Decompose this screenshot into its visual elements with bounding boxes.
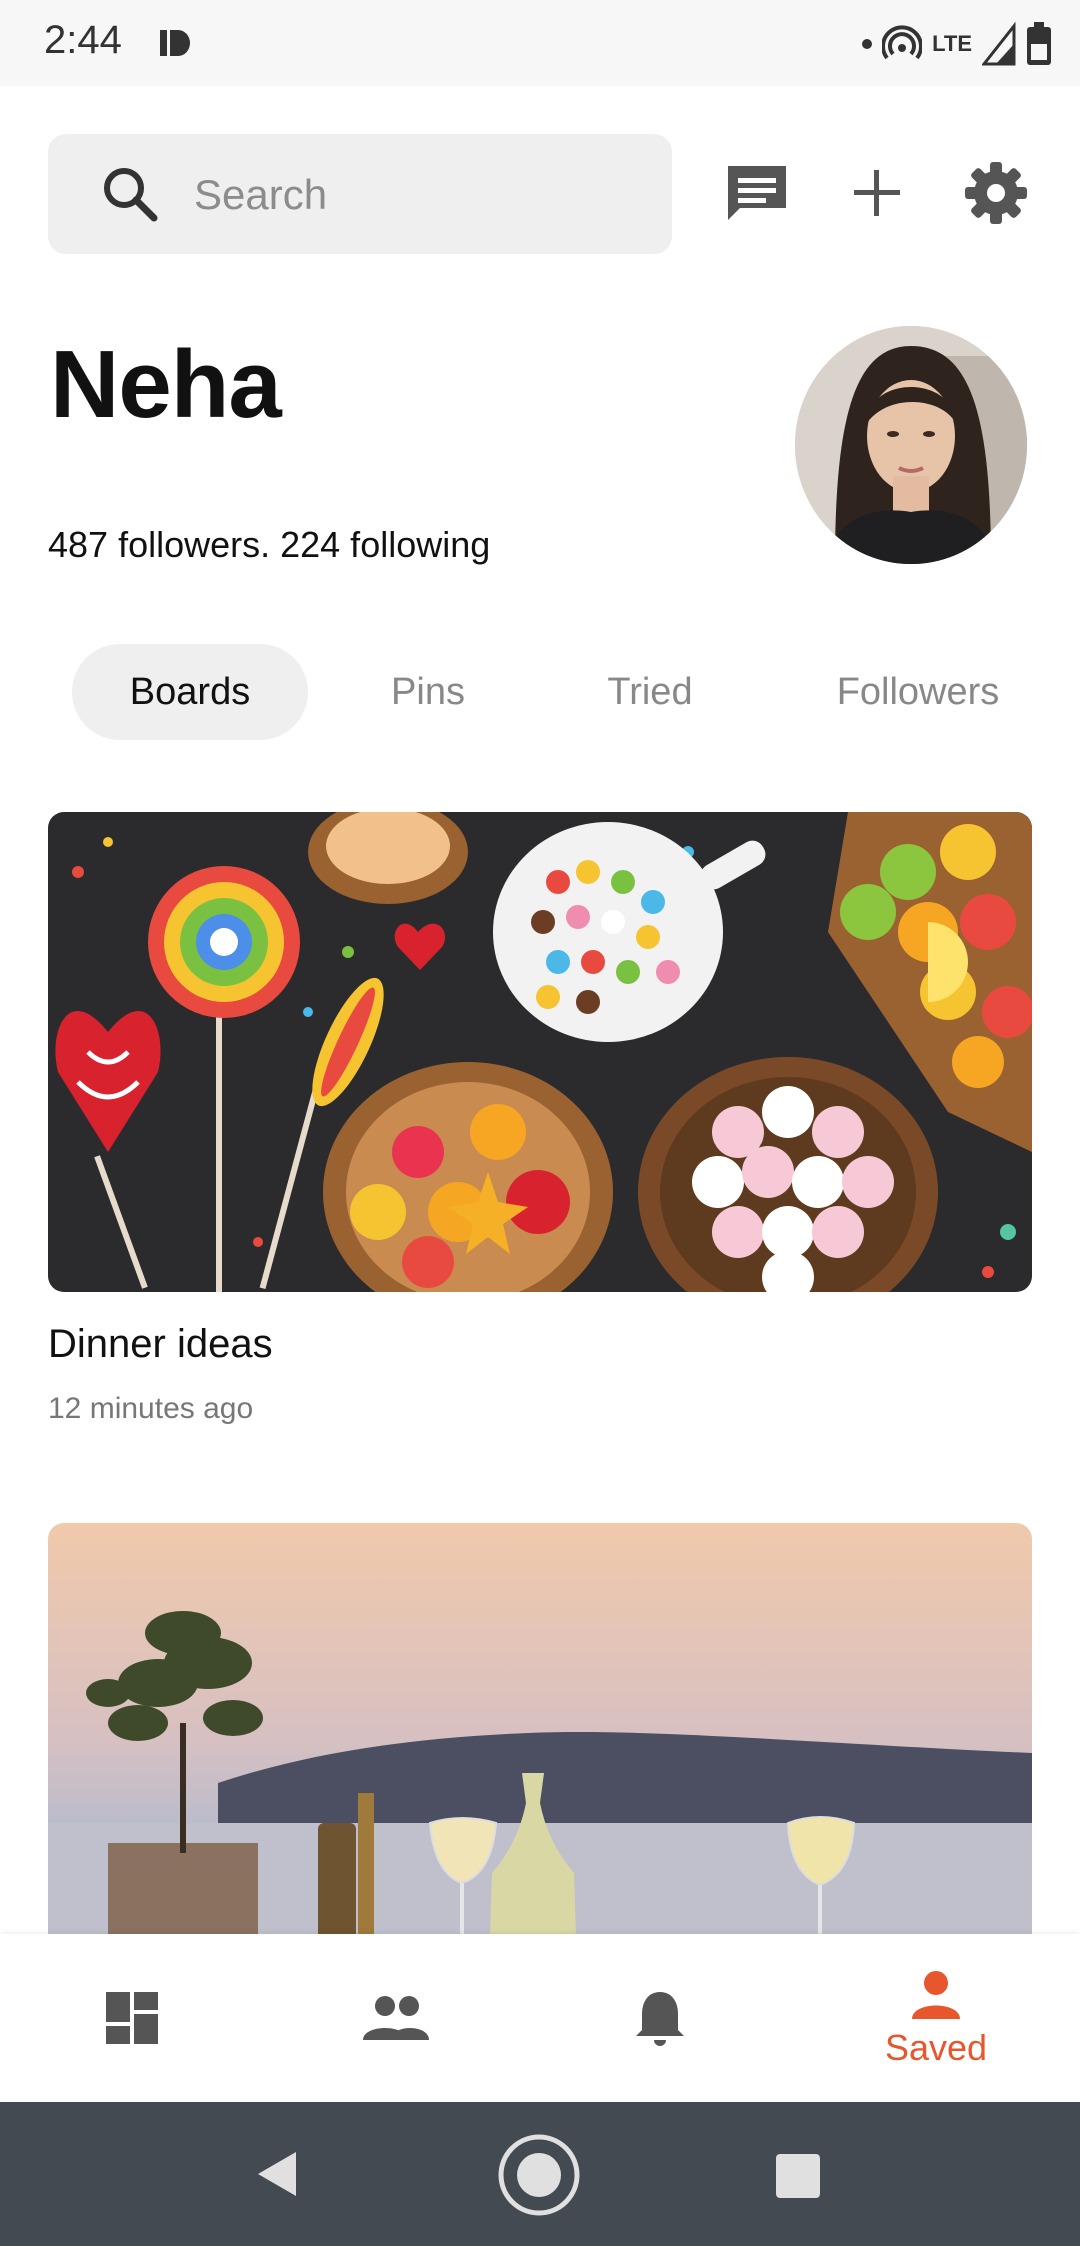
app-id-icon [160,30,190,56]
nav-notifications[interactable] [560,1934,760,2102]
avatar-photo [795,326,1027,564]
network-type: LTE [932,31,972,56]
profile-name: Neha [50,331,282,438]
search-icon [104,168,158,222]
recents-icon[interactable] [774,2152,822,2200]
tab-pins[interactable]: Pins [368,644,488,740]
system-navigation-bar [0,2102,1080,2246]
signal-icon [982,22,1016,66]
nav-saved-label: Saved [884,2027,988,2068]
nav-saved[interactable]: Saved [836,1934,1036,2102]
back-icon[interactable] [252,2148,300,2200]
avatar[interactable] [795,326,1027,564]
follower-stats[interactable]: 487 followers. 224 following [48,524,490,566]
board-cover-image[interactable] [48,1523,1032,2003]
status-time: 2:44 [44,18,122,62]
notification-dot-icon [862,39,873,49]
search-input[interactable] [192,134,656,256]
board-title[interactable]: Dinner ideas [48,1322,273,1367]
candy-photo [48,812,1032,1292]
nav-home[interactable] [32,1934,232,2102]
plus-icon[interactable] [842,158,912,228]
status-icons: LTE [862,16,1052,72]
status-bar: 2:44 LTE [0,0,1080,86]
tab-followers[interactable]: Followers [818,644,1018,740]
tab-boards[interactable]: Boards [72,644,308,740]
hotspot-icon [882,25,923,60]
person-icon [912,1971,960,2019]
board-timestamp: 12 minutes ago [48,1392,254,1425]
sunset-table-photo [48,1523,1032,2003]
bell-icon [636,1992,684,2046]
nav-following[interactable] [296,1934,496,2102]
search-bar[interactable] [48,134,672,256]
dashboard-icon [106,1992,158,2044]
tab-tried[interactable]: Tried [590,644,710,740]
message-icon[interactable] [722,158,792,228]
battery-icon [1027,22,1051,65]
gear-icon[interactable] [961,158,1031,228]
board-cover-image[interactable] [48,812,1032,1292]
bottom-navigation: Saved [0,1934,1080,2102]
people-icon [363,1996,429,2040]
home-icon[interactable] [496,2132,582,2218]
